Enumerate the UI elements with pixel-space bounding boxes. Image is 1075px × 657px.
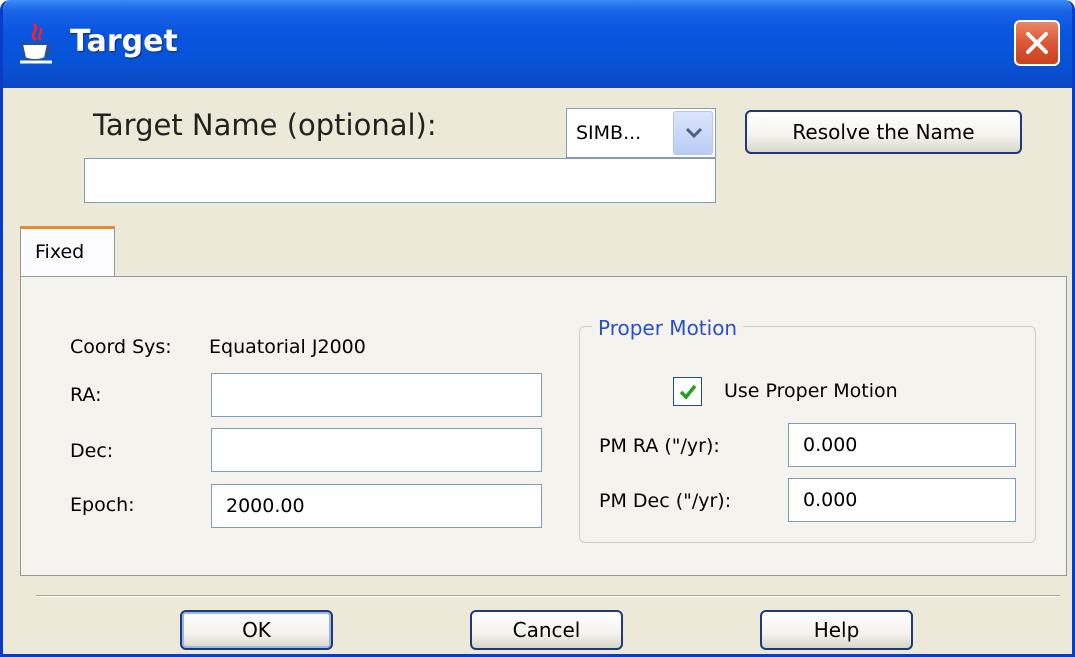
- ra-input[interactable]: [211, 373, 542, 417]
- pm-ra-label: PM RA ("/yr):: [599, 435, 720, 457]
- pm-dec-label: PM Dec ("/yr):: [599, 490, 732, 512]
- use-proper-motion-checkbox[interactable]: [673, 377, 702, 406]
- use-proper-motion-label[interactable]: Use Proper Motion: [724, 380, 898, 402]
- target-name-input[interactable]: [84, 158, 716, 203]
- dec-label: Dec:: [70, 440, 114, 462]
- ra-label: RA:: [70, 384, 102, 406]
- resolve-name-button[interactable]: Resolve the Name: [745, 110, 1022, 154]
- resolver-select-value: SIMB...: [576, 122, 642, 144]
- coord-sys-label: Coord Sys:: [70, 336, 172, 358]
- close-button[interactable]: [1014, 20, 1060, 66]
- dec-input[interactable]: [211, 428, 542, 472]
- epoch-label: Epoch:: [70, 494, 135, 516]
- target-name-label: Target Name (optional):: [93, 108, 437, 142]
- title-bar[interactable]: Target: [3, 0, 1072, 88]
- window-title: Target: [70, 24, 178, 59]
- coord-sys-value: Equatorial J2000: [209, 336, 366, 358]
- cancel-button[interactable]: Cancel: [470, 610, 623, 650]
- pm-ra-input[interactable]: 0.000: [788, 423, 1016, 467]
- footer-separator: [36, 595, 1060, 597]
- help-button[interactable]: Help: [760, 610, 913, 650]
- proper-motion-title: Proper Motion: [592, 316, 744, 340]
- tab-fixed[interactable]: Fixed: [20, 226, 115, 279]
- epoch-input[interactable]: 2000.00: [211, 484, 542, 528]
- pm-dec-input[interactable]: 0.000: [788, 478, 1016, 522]
- ok-button[interactable]: OK: [180, 610, 333, 650]
- chevron-down-icon[interactable]: [673, 111, 713, 155]
- target-dialog: Target Target Name (optional): SIMB... R…: [0, 0, 1075, 657]
- resolver-select[interactable]: SIMB...: [566, 108, 716, 158]
- java-cup-icon: [16, 22, 56, 66]
